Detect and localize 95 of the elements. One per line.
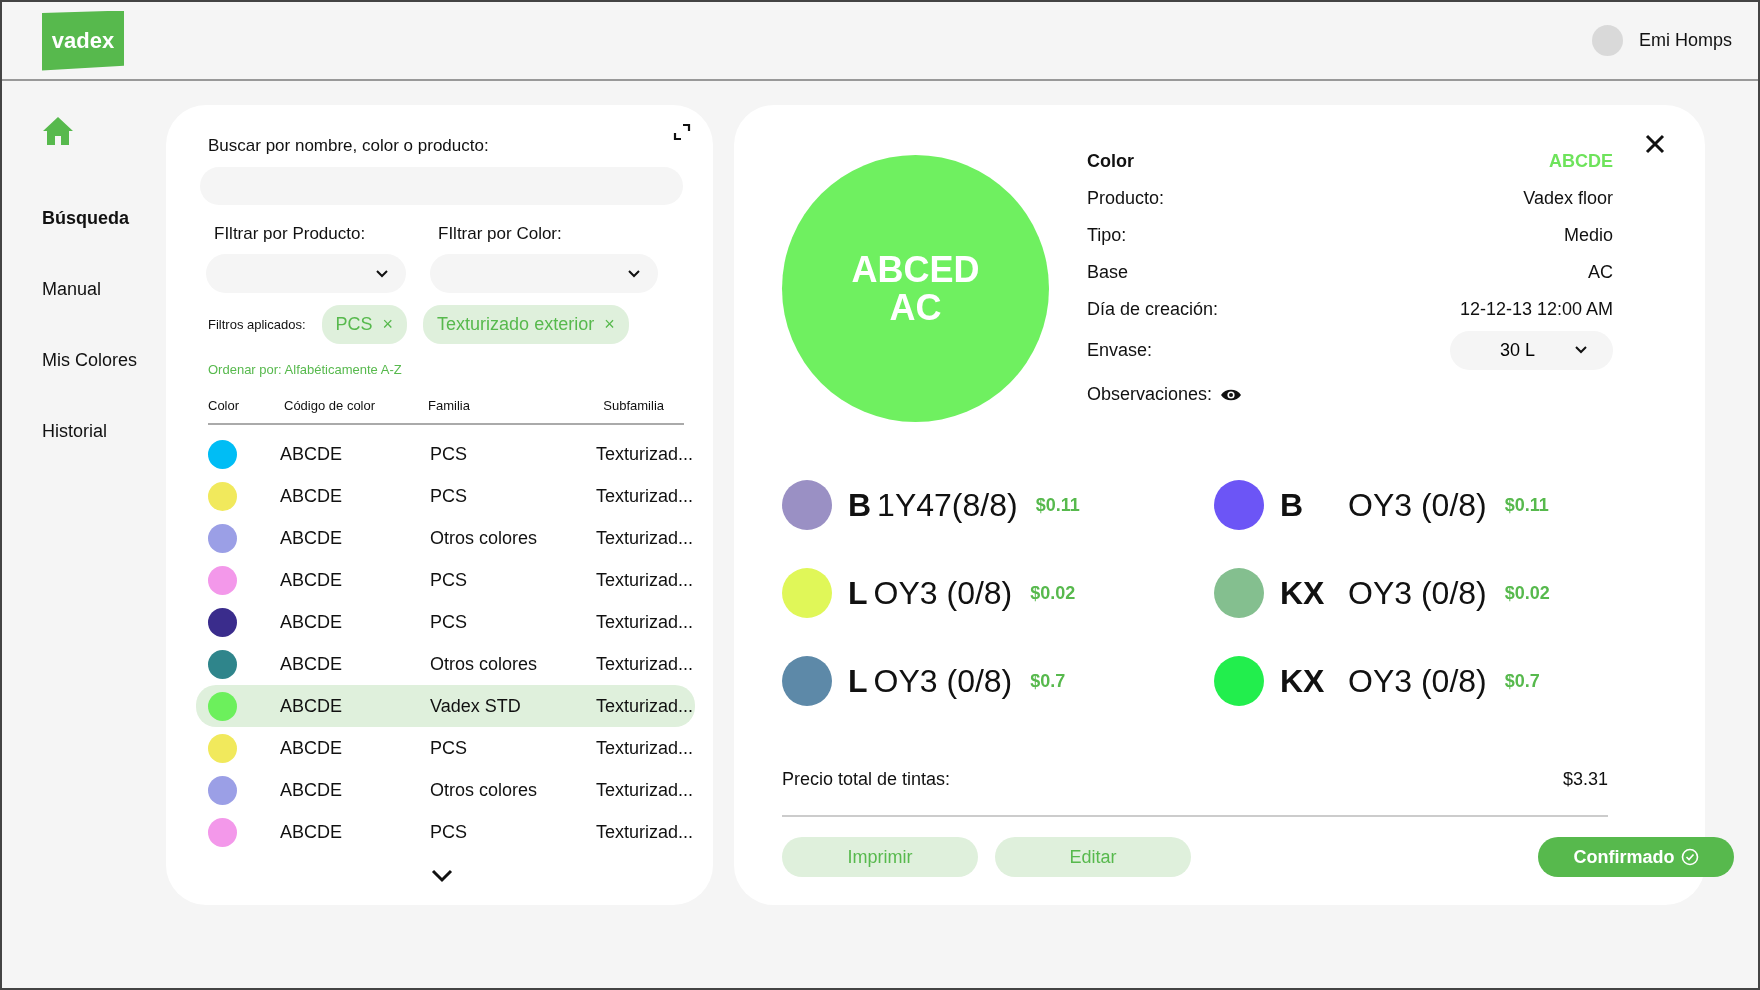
logo: vadex: [42, 10, 124, 71]
sort-link[interactable]: Ordenar por: Alfabéticamente A-Z: [208, 360, 683, 380]
table-cell-text: PCS: [430, 610, 468, 634]
selected-row[interactable]: ABCDE Vadex STD Texturizad...: [196, 685, 695, 727]
ink-name: OY3 (0/8): [873, 574, 1013, 613]
chevron-down-icon: [628, 269, 640, 278]
remove-icon[interactable]: ×: [604, 311, 615, 338]
table-cell-text: PCS: [430, 736, 468, 760]
ink-code: KX: [1280, 662, 1326, 701]
table-cell-text: ABCDE: [280, 694, 343, 718]
table-cell-text: ABCDE: [280, 736, 343, 760]
container-dropdown[interactable]: 30 L: [1450, 330, 1613, 370]
table-cell-text: PCS: [430, 442, 468, 466]
field-label: Tipo:: [1087, 224, 1127, 247]
column-header: Familia: [428, 396, 471, 415]
field-value: ABCDE: [1549, 150, 1613, 173]
table-cell-text: Otros colores: [430, 652, 539, 676]
field-value: Vadex floor: [1523, 187, 1613, 210]
table-cell-text: PCS: [430, 568, 468, 592]
action-button[interactable]: Editar: [995, 837, 1191, 877]
table-cell-text: Otros colores: [430, 526, 539, 550]
eye-icon[interactable]: [1220, 387, 1243, 402]
total-price: $3.31: [1562, 768, 1608, 791]
chevron-down-icon: [376, 269, 388, 278]
swatch-label: ABCED AC: [851, 250, 980, 327]
table-cell-text: Texturizad...: [596, 526, 694, 550]
table-cell-text: ABCDE: [280, 568, 343, 592]
sidebar-item[interactable]: Mis Colores: [42, 325, 166, 396]
table-cell-text: Texturizad...: [596, 778, 694, 802]
sidebar-item[interactable]: Historial: [42, 396, 166, 467]
sidebar-item[interactable]: Búsqueda: [42, 183, 166, 254]
confirm-button[interactable]: Confirmado: [1538, 837, 1734, 877]
ink-name: OY3 (0/8): [1348, 486, 1487, 525]
table-cell-text: Vadex STD: [430, 694, 522, 718]
field-value: AC: [1588, 261, 1613, 284]
field-value: 12-12-13 12:00 AM: [1459, 298, 1613, 321]
field-label: Día de creación:: [1087, 298, 1219, 321]
table-cell-text: PCS: [430, 820, 468, 844]
table-cell-text: Texturizad...: [596, 820, 694, 844]
field-label: Color: [1087, 150, 1134, 173]
table-cell-text: Texturizad...: [596, 736, 694, 760]
check-circle-icon: [1680, 848, 1699, 866]
ink-code: KX: [1280, 574, 1326, 613]
table-cell-text: Texturizad...: [596, 484, 694, 508]
chevron-down-icon: [1575, 346, 1587, 354]
ink-name: OY3 (0/8): [1348, 662, 1487, 701]
table-cell-text: ABCDE: [280, 610, 343, 634]
user-name[interactable]: Emi Homps: [1639, 27, 1732, 54]
column-header: Subfamilia: [603, 396, 664, 415]
table-cell-text: PCS: [430, 484, 468, 508]
field-label: Envase:: [1087, 338, 1153, 362]
table-cell-text: ABCDE: [280, 526, 343, 550]
column-header: Código de color: [284, 396, 377, 415]
ink-name: 1Y47(8/8): [877, 486, 1018, 525]
remove-icon[interactable]: ×: [382, 311, 394, 338]
ink-code: B: [1280, 486, 1305, 525]
field-label: Producto:: [1087, 187, 1165, 210]
ink-price: $0.02: [1504, 581, 1550, 605]
table-cell-text: Texturizad...: [596, 442, 694, 466]
table-cell-text: Otros colores: [430, 778, 539, 802]
table-cell-text: ABCDE: [280, 484, 343, 508]
chevron-down-icon[interactable]: [430, 869, 453, 883]
field-value: Medio: [1563, 224, 1613, 247]
table-cell-text: ABCDE: [280, 778, 343, 802]
total-label: Precio total de tintas:: [782, 768, 951, 791]
field-label: Observaciones:: [1087, 383, 1213, 406]
table-cell-text: ABCDE: [280, 442, 343, 466]
ink-price: $0.7: [1030, 669, 1066, 693]
filter-label: FIltrar por Producto:: [213, 222, 367, 245]
table-cell-text: Texturizad...: [596, 652, 694, 676]
ink-code: L: [848, 662, 868, 701]
search-label: Buscar por nombre, color o producto:: [208, 135, 490, 157]
ink-price: $0.11: [1504, 493, 1549, 517]
table-cell-text: Texturizad...: [596, 568, 694, 592]
ink-code: B: [848, 486, 872, 525]
table-cell-text: ABCDE: [280, 820, 343, 844]
sidebar-item[interactable]: Manual: [42, 254, 166, 325]
table-cell-text: Texturizad...: [596, 694, 694, 718]
table-cell-text: Texturizad...: [596, 610, 694, 634]
ink-name: OY3 (0/8): [873, 662, 1013, 701]
field-label: Base: [1087, 261, 1129, 284]
filter-chip[interactable]: PCS ×: [321, 305, 408, 344]
action-button[interactable]: Imprimir: [782, 837, 978, 877]
ink-code: L: [848, 574, 868, 613]
ink-price: $0.02: [1030, 581, 1076, 605]
ink-price: $0.7: [1504, 669, 1540, 693]
filter-chip[interactable]: Texturizado exterior ×: [423, 305, 629, 344]
ink-price: $0.11: [1035, 493, 1080, 517]
expand-icon[interactable]: [673, 123, 691, 141]
filters-label: Filtros aplicados:: [208, 315, 306, 334]
avatar: [1592, 25, 1623, 56]
filter-label: FIltrar por Color:: [437, 222, 563, 245]
column-header: Color: [208, 396, 241, 415]
table-cell-text: ABCDE: [280, 652, 343, 676]
ink-name: OY3 (0/8): [1348, 574, 1487, 613]
